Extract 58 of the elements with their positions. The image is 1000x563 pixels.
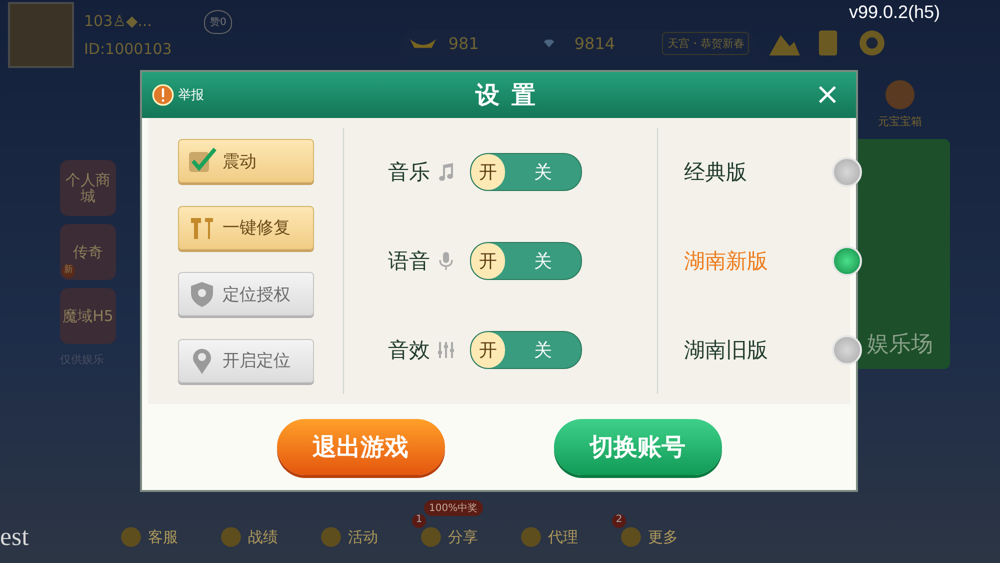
avatar-photo-placeholder[interactable] xyxy=(8,2,74,68)
version-option-label[interactable]: 湖南新版 xyxy=(684,246,794,275)
radio-button[interactable] xyxy=(832,246,862,276)
game-tile[interactable]: 个人商城 xyxy=(60,160,116,216)
exit-game-button[interactable]: 退出游戏 xyxy=(276,419,444,475)
nav-item[interactable]: 更多 xyxy=(648,528,678,546)
toggle-switch[interactable]: 开 关 xyxy=(470,153,582,192)
microphone-icon xyxy=(436,250,456,271)
nav-item[interactable]: 代理 xyxy=(548,528,578,546)
nav-icon xyxy=(320,526,342,548)
game-tile[interactable]: 魔域H5 xyxy=(60,288,116,344)
toggle-switch[interactable]: 开 关 xyxy=(470,330,582,369)
version-option-label[interactable]: 湖南旧版 xyxy=(684,336,794,364)
radio-button[interactable] xyxy=(832,157,862,188)
dialog-title: 设 置 xyxy=(475,80,538,111)
ingot-icon xyxy=(410,38,436,48)
equalizer-icon xyxy=(436,340,456,360)
switch-on-option[interactable]: 开 xyxy=(471,242,505,279)
switch-on-option[interactable]: 开 xyxy=(471,154,505,190)
likes-heart-badge[interactable]: 赞0 xyxy=(204,10,232,34)
nav-icon xyxy=(620,526,642,548)
nav-item[interactable]: 活动 xyxy=(348,528,378,546)
nav-icon xyxy=(520,526,542,548)
ingot-balance[interactable]: 981 xyxy=(410,34,520,52)
count-badge: 1 xyxy=(412,514,426,528)
nav-item[interactable]: 战绩 xyxy=(248,528,278,546)
treasure-chest-button[interactable]: 元宝宝箱 xyxy=(878,80,922,129)
nav-icon xyxy=(420,526,442,548)
switch-on-option[interactable]: 开 xyxy=(471,332,505,368)
prize-tag: 100%中奖 xyxy=(424,500,483,516)
close-button[interactable]: × xyxy=(808,80,846,110)
radio-button[interactable] xyxy=(832,334,862,365)
nav-icon xyxy=(220,526,242,548)
switch-off-option[interactable]: 关 xyxy=(505,242,581,279)
toggle-label: 音效 xyxy=(388,336,430,364)
nav-item[interactable]: 客服 xyxy=(148,528,178,546)
setting-button[interactable]: 震动 xyxy=(178,139,314,184)
version-option-label[interactable]: 经典版 xyxy=(684,158,794,186)
warning-icon xyxy=(152,84,174,106)
toggle-label: 语音 xyxy=(388,248,430,275)
toggle-label: 音乐 xyxy=(388,159,430,186)
diamond-balance[interactable]: 9814 xyxy=(536,34,646,52)
notice-banner: 天宫・恭贺新春 xyxy=(662,32,750,54)
player-name: 103♙◆... xyxy=(84,12,153,30)
corner-text: est xyxy=(0,522,30,552)
game-tile[interactable]: 传奇 新 xyxy=(60,224,116,280)
count-badge: 2 xyxy=(612,514,626,528)
setting-button[interactable]: 一键修复 xyxy=(178,206,314,250)
switch-account-button[interactable]: 切换账号 xyxy=(554,419,722,475)
nav-item[interactable]: 分享 xyxy=(448,528,478,546)
player-id: ID:1000103 xyxy=(84,40,173,58)
toggle-switch[interactable]: 开 关 xyxy=(470,242,582,280)
music-note-icon xyxy=(436,162,456,182)
report-button[interactable]: 举报 xyxy=(152,84,204,106)
switch-off-option[interactable]: 关 xyxy=(505,154,581,190)
switch-off-option[interactable]: 关 xyxy=(505,332,581,368)
version-label: v99.0.2(h5) xyxy=(848,2,940,23)
nav-icon xyxy=(120,526,142,548)
